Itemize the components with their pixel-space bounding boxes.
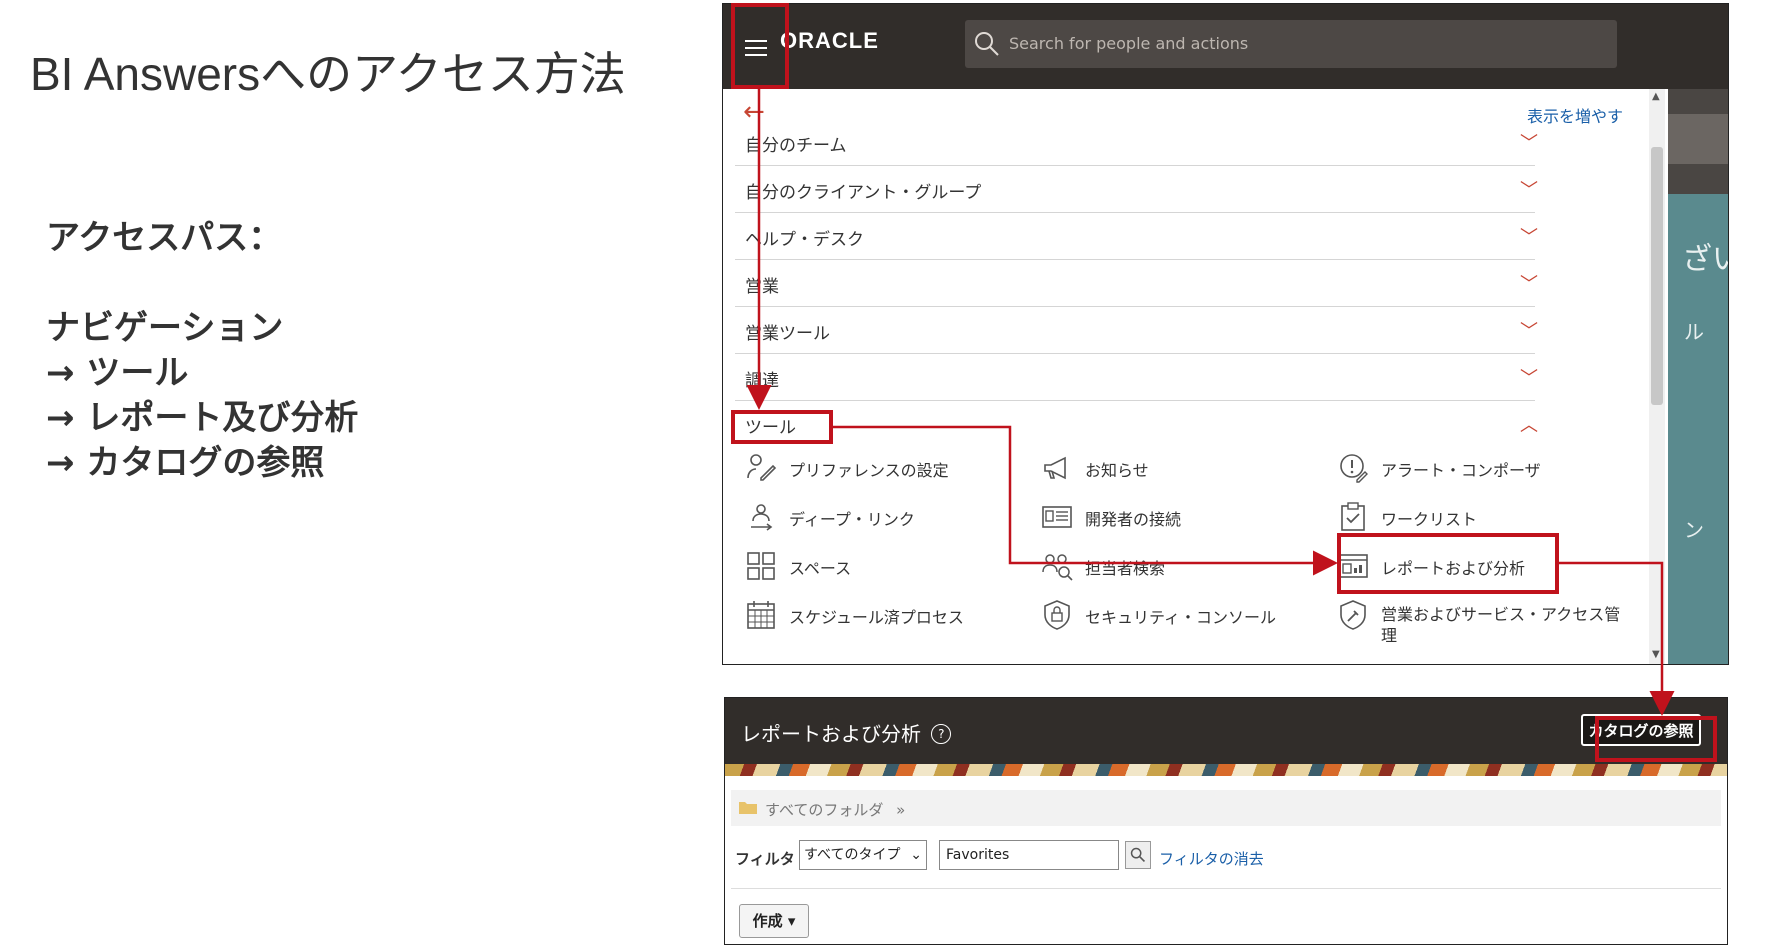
connector-arrows [746,89,1675,716]
arrow-tools-to-reports [833,425,1338,576]
arrow-reports-to-catalog [1559,561,1675,716]
